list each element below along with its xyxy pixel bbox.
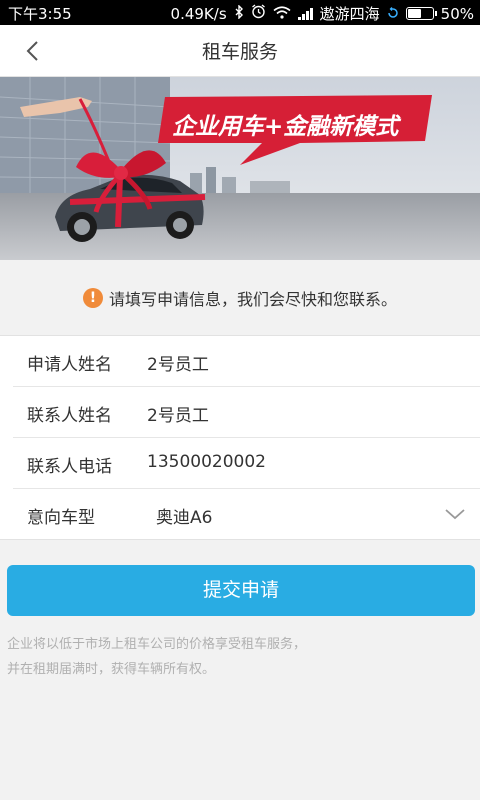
- car-model-label: 意向车型: [27, 508, 95, 528]
- banner-image: [0, 77, 480, 260]
- applicant-name-field[interactable]: 2号员工: [147, 350, 209, 375]
- contact-phone-label: 联系人电话: [27, 457, 112, 477]
- sync-icon: [387, 5, 399, 23]
- contact-name-field[interactable]: 2号员工: [147, 401, 209, 426]
- bluetooth-icon: [234, 3, 244, 23]
- status-time: 下午3:55: [8, 5, 72, 23]
- warning-icon: !: [82, 287, 103, 308]
- signal-icon: [297, 7, 313, 20]
- wifi-icon: [273, 5, 291, 23]
- chevron-down-icon[interactable]: [444, 503, 466, 525]
- carrier-name: 遨游四海: [319, 5, 380, 23]
- notice-text: 请填写申请信息，我们会尽快和您联系。: [108, 289, 397, 309]
- footnote: 企业将以低于市场上租车公司的价格享受租车服务， 并在租期届满时，获得车辆所有权。: [7, 632, 473, 682]
- submit-button[interactable]: 提交申请: [7, 565, 475, 616]
- battery-icon: [405, 7, 437, 20]
- alarm-icon: [251, 4, 266, 23]
- application-form: 申请人姓名 2号员工 联系人姓名 2号员工 联系人电话 13500020002 …: [0, 335, 480, 540]
- footnote-line-2: 并在租期届满时，获得车辆所有权。: [7, 662, 216, 677]
- contact-phone-field[interactable]: 13500020002: [147, 452, 266, 472]
- form-row-car-model[interactable]: 意向车型 奥迪A6: [13, 489, 480, 540]
- banner-slogan: 企业用车+金融新模式: [172, 114, 399, 140]
- notice-bar: ! 请填写申请信息，我们会尽快和您联系。: [0, 260, 480, 335]
- net-speed: 0.49K/s: [170, 4, 227, 23]
- promo-banner[interactable]: 企业用车+金融新模式: [0, 77, 480, 260]
- app-header: 租车服务: [0, 25, 480, 77]
- car-model-select[interactable]: 奥迪A6: [156, 503, 212, 528]
- contact-name-label: 联系人姓名: [27, 406, 112, 426]
- form-row-contact-phone[interactable]: 联系人电话 13500020002: [13, 438, 480, 489]
- form-row-contact-name[interactable]: 联系人姓名 2号员工: [13, 387, 480, 438]
- footnote-line-1: 企业将以低于市场上租车公司的价格享受租车服务，: [7, 637, 307, 652]
- status-bar: 下午3:55 0.49K/s 遨游四海 50%: [0, 0, 480, 25]
- page-title: 租车服务: [201, 41, 278, 63]
- form-row-applicant-name[interactable]: 申请人姓名 2号员工: [13, 336, 480, 387]
- applicant-name-label: 申请人姓名: [27, 355, 112, 375]
- battery-percent: 50%: [440, 4, 474, 23]
- status-right: 0.49K/s 遨游四海 50%: [171, 3, 474, 24]
